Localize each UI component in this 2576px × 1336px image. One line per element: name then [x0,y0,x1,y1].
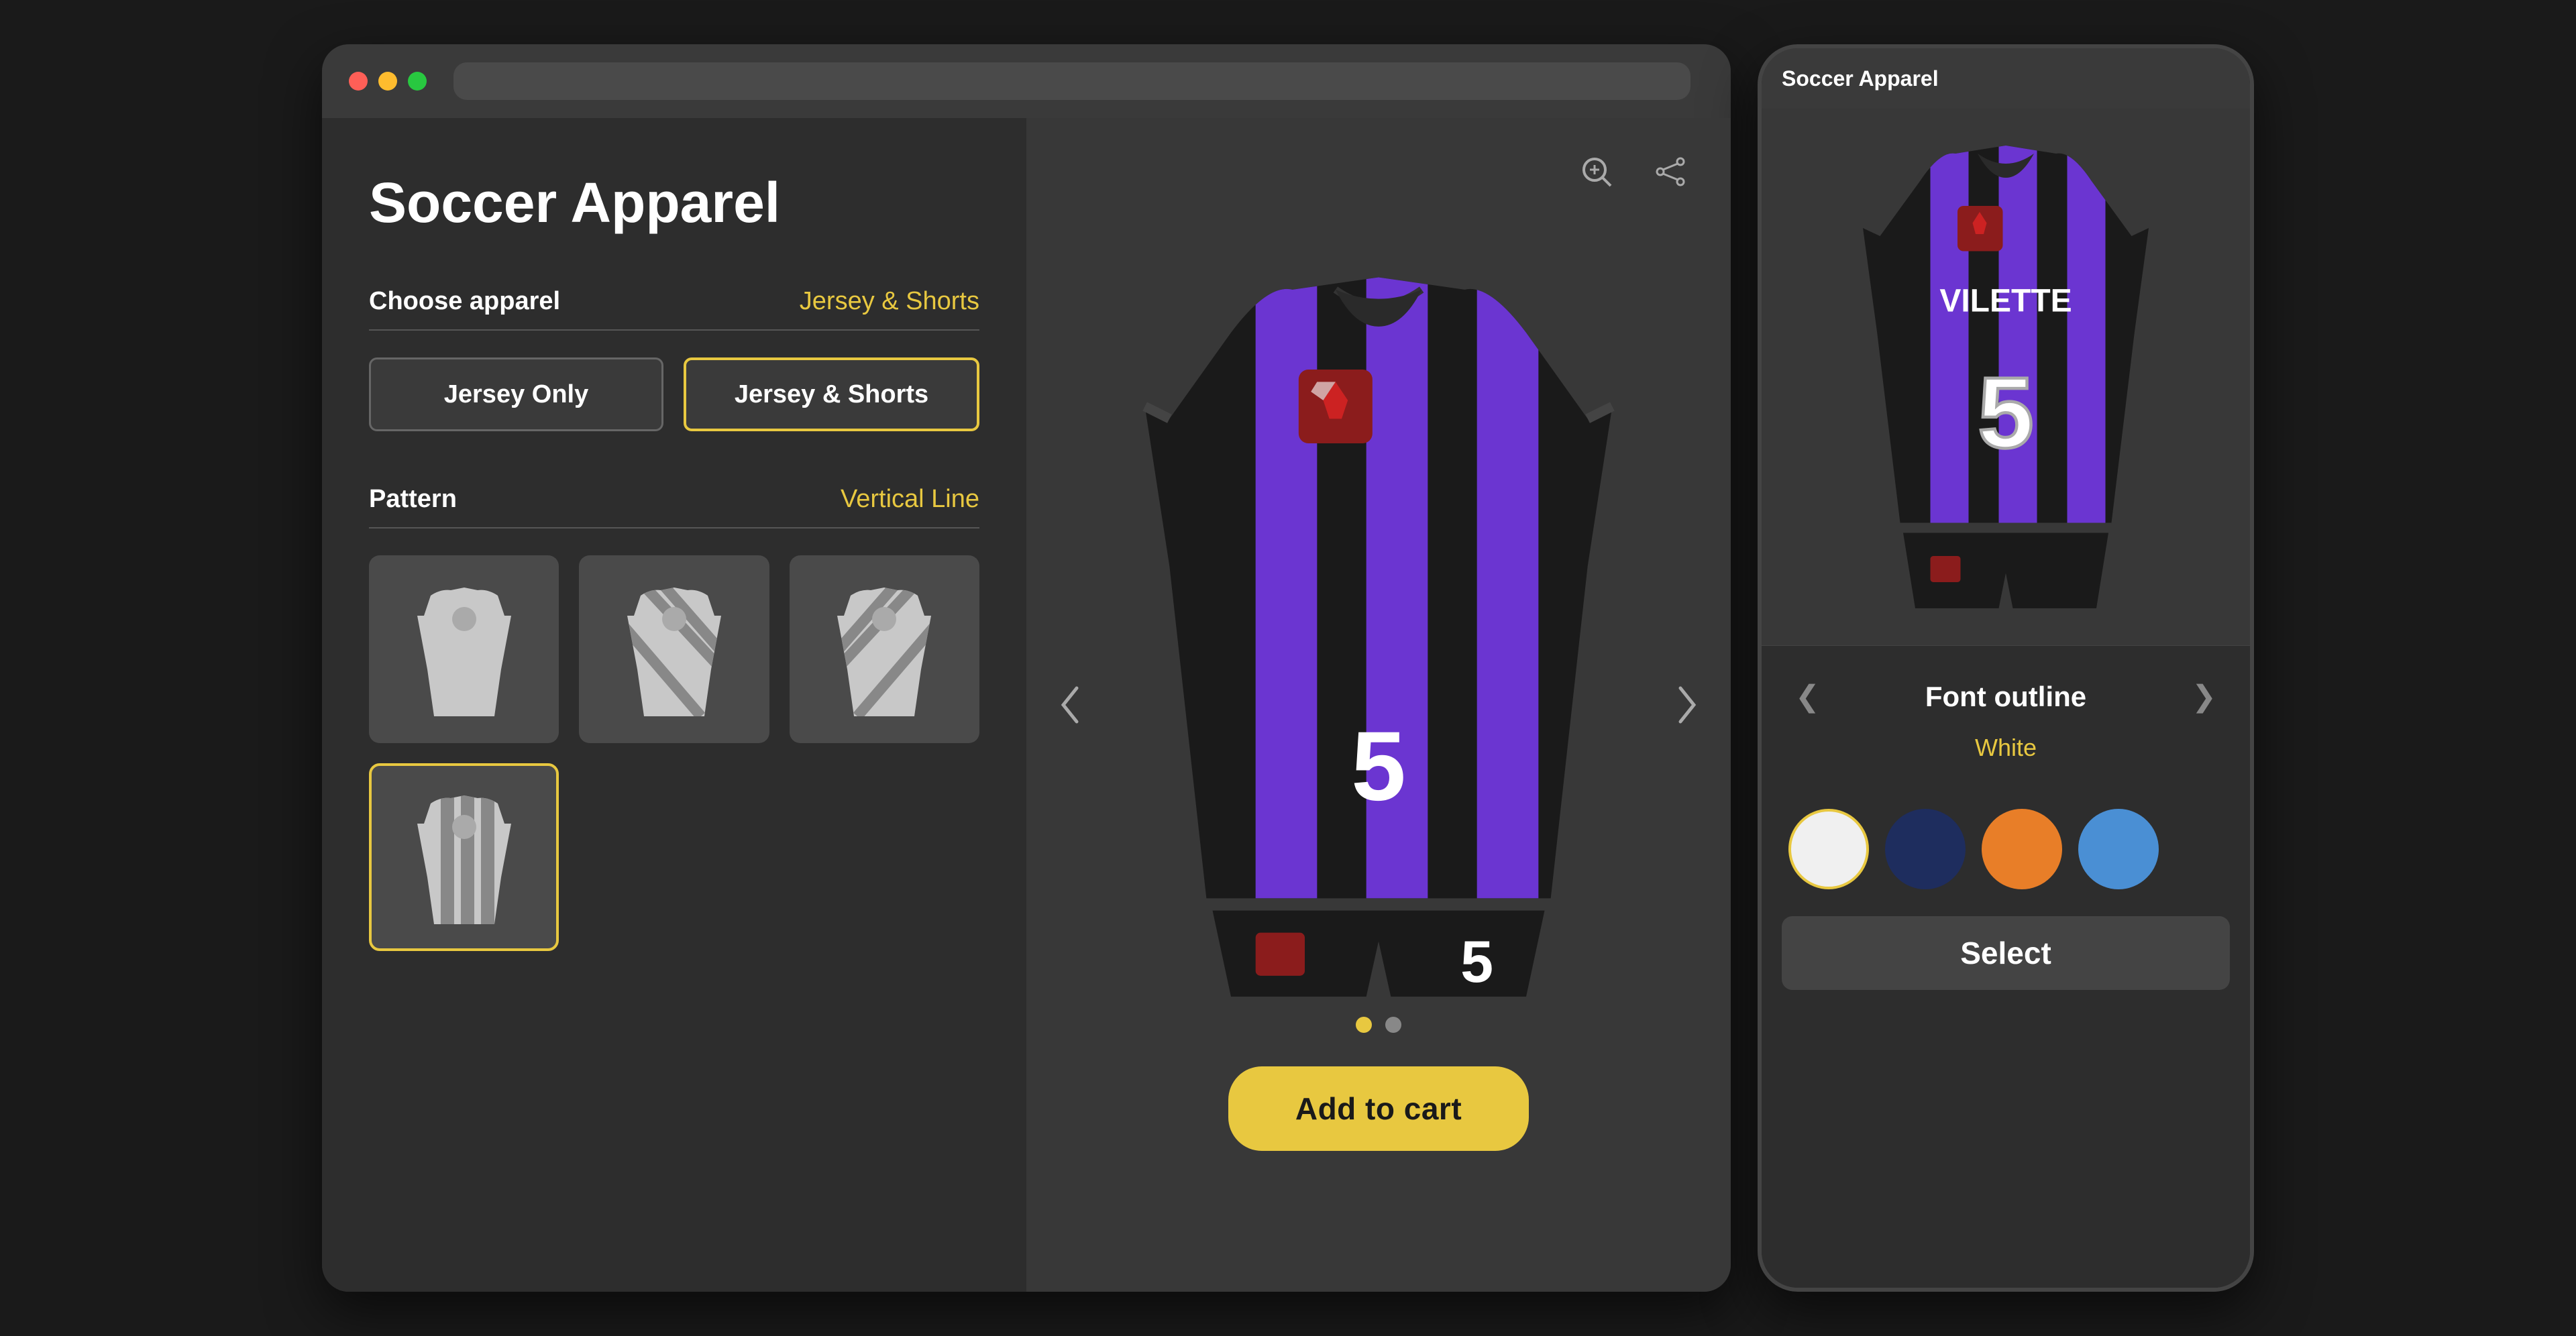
svg-text:5: 5 [1460,928,1493,995]
browser-window: Soccer Apparel Choose apparel Jersey & S… [322,44,1731,1292]
mobile-phone: Soccer Apparel [1758,44,2254,1292]
carousel-dots [1356,1017,1401,1033]
pattern-diagonal2[interactable] [790,555,979,743]
browser-dots [349,72,427,91]
color-swatches [1762,795,2250,903]
svg-text:5: 5 [1351,712,1406,822]
maximize-dot[interactable] [408,72,427,91]
phone-page-title: Soccer Apparel [1782,66,2230,91]
phone-font-outline-label: Font outline [1827,681,2185,713]
pattern-grid [369,555,979,951]
phone-font-outline-section: ❮ Font outline ❯ White [1762,645,2250,795]
minimize-dot[interactable] [378,72,397,91]
share-button[interactable] [1644,145,1697,199]
browser-content: Soccer Apparel Choose apparel Jersey & S… [322,118,1731,1292]
browser-titlebar [322,44,1731,118]
carousel-dot-1[interactable] [1356,1017,1372,1033]
color-swatch-white[interactable] [1788,809,1869,889]
select-button[interactable]: Select [1782,916,2230,990]
color-swatch-navy[interactable] [1885,809,1966,889]
pattern-plain[interactable] [369,555,559,743]
preview-icons [1570,145,1697,199]
pattern-value: Vertical Line [841,485,979,514]
choose-apparel-value: Jersey & Shorts [800,287,979,316]
jersey-shorts-button[interactable]: Jersey & Shorts [684,357,979,431]
phone-jersey-preview: VILETTE 5 [1762,109,2250,645]
phone-next-arrow[interactable]: ❯ [2185,673,2223,720]
left-panel: Soccer Apparel Choose apparel Jersey & S… [322,118,1026,1292]
jersey-preview: 5 5 [1110,259,1647,997]
phone-titlebar: Soccer Apparel [1762,48,2250,109]
center-preview: 5 5 Add to cart [1026,118,1731,1292]
prev-arrow[interactable] [1046,681,1093,728]
page-title: Soccer Apparel [369,172,979,233]
pattern-vertical[interactable] [369,763,559,951]
svg-text:VILETTE: VILETTE [1939,284,2072,319]
url-bar[interactable] [453,62,1690,100]
pattern-diagonal[interactable] [579,555,769,743]
phone-font-outline-value: White [1788,734,2223,762]
color-swatch-blue[interactable] [2078,809,2159,889]
zoom-button[interactable] [1570,145,1623,199]
pattern-label: Pattern [369,485,457,514]
pattern-header: Pattern Vertical Line [369,485,979,528]
phone-prev-arrow[interactable]: ❮ [1788,673,1827,720]
color-swatch-orange[interactable] [1982,809,2062,889]
phone-font-outline-row: ❮ Font outline ❯ [1788,673,2223,720]
choose-apparel-label: Choose apparel [369,287,560,316]
next-arrow[interactable] [1664,681,1711,728]
choose-apparel-header: Choose apparel Jersey & Shorts [369,287,979,331]
add-to-cart-button[interactable]: Add to cart [1228,1066,1529,1151]
jersey-only-button[interactable]: Jersey Only [369,357,663,431]
carousel-dot-2[interactable] [1385,1017,1401,1033]
phone-content: VILETTE 5 ❮ Font outline ❯ White [1762,109,2250,1288]
close-dot[interactable] [349,72,368,91]
apparel-buttons: Jersey Only Jersey & Shorts [369,357,979,431]
svg-text:5: 5 [1978,356,2033,469]
